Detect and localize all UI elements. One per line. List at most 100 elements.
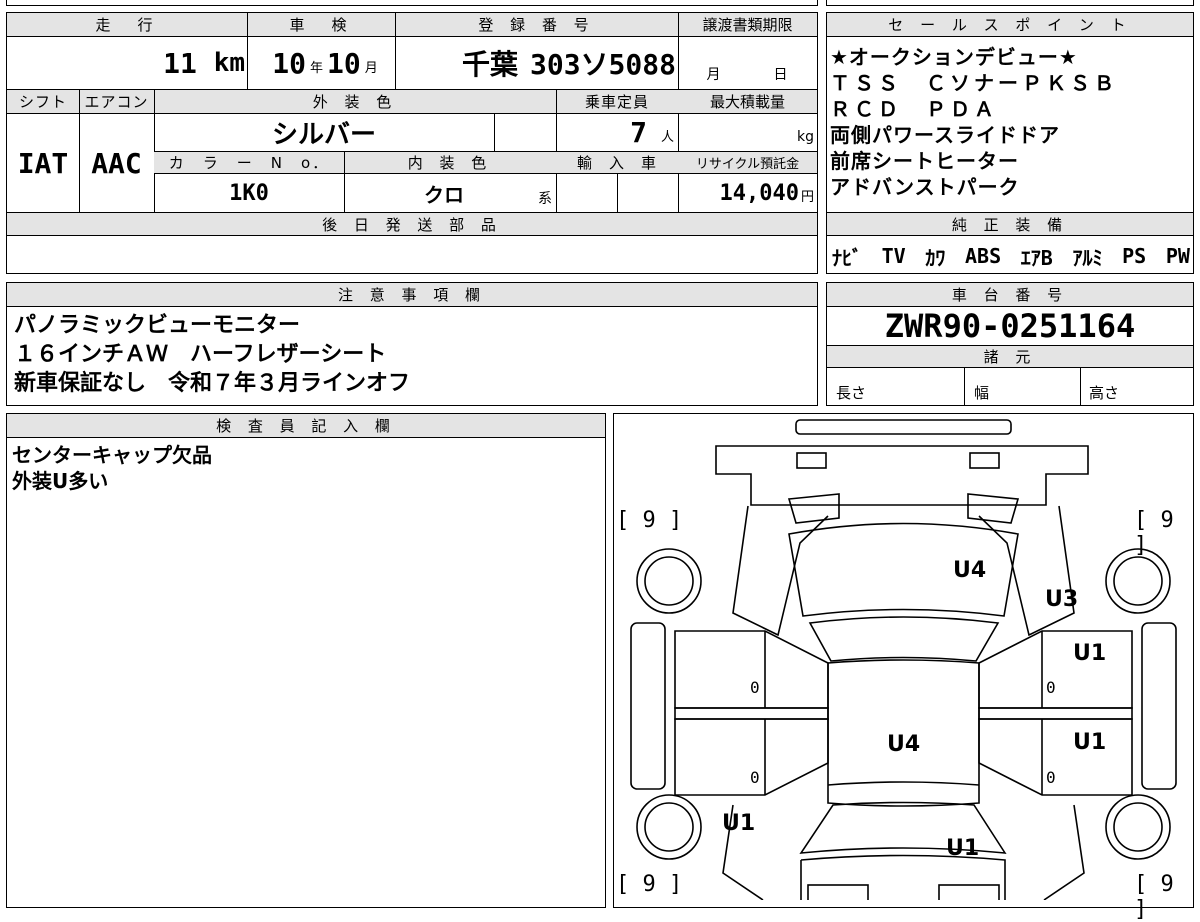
- bracket-bottom-left: [ 9 ]: [616, 872, 683, 897]
- capacity-value: 7: [630, 116, 647, 149]
- deadline-day-unit: 日: [773, 67, 788, 83]
- equipment-list: ﾅﾋﾞ TV ｶﾜ ABS ｴｱB ｱﾙﾐ PS PW: [832, 240, 1190, 272]
- mileage-value-cell: 11 km: [150, 38, 245, 88]
- tire-tread-front-right: 0: [1046, 678, 1056, 697]
- rear-right-wheel: [1105, 794, 1171, 860]
- sales-points-list: ★オークションデビュー★ ＴＳＳ ＣソナーＰＫＳＢ ＲＣＤ ＰＤＡ 両側パワース…: [830, 44, 1190, 200]
- damage-mark-rear-left: U1: [722, 811, 756, 836]
- front-right-fender: [978, 505, 1075, 637]
- aircon-header: エアコン: [79, 90, 154, 114]
- equipment-item: TV: [881, 244, 906, 268]
- inspection-header: 車 検: [247, 13, 395, 37]
- bracket-top-right: [ 9 ]: [1134, 508, 1174, 558]
- inspector-line: 外装U多い: [12, 469, 109, 493]
- equipment-item: PW: [1165, 244, 1190, 268]
- shift-value: IAT: [17, 146, 69, 180]
- note-line: 新車保証なし 令和７年３月ラインオフ: [14, 371, 411, 396]
- rear-bumper-tab: [938, 884, 1000, 900]
- equipment-item: ABS: [965, 244, 1002, 268]
- sales-point-line: 前席シートヒーター: [830, 149, 1019, 173]
- sales-point-line: ＲＣＤ ＰＤＡ: [830, 97, 998, 121]
- damage-mark-roof: U4: [887, 732, 921, 757]
- front-bumper-tab: [795, 419, 1012, 435]
- windshield: [808, 616, 1000, 662]
- inspection-year: 10: [272, 46, 306, 80]
- color-no-value: 1K0: [229, 180, 269, 206]
- registration-number: 303ソ5088: [529, 48, 676, 81]
- sales-point-line: ★オークションデビュー★: [830, 45, 1078, 69]
- chassis-value: ZWR90-0251164: [884, 307, 1136, 345]
- capacity-unit: 人: [660, 130, 674, 145]
- inspector-line: センターキャップ欠品: [12, 443, 212, 467]
- headlight: [787, 493, 840, 524]
- bracket-top-left: [ 9 ]: [616, 508, 683, 533]
- aircon-value: AAC: [91, 146, 142, 180]
- registration-region: 千葉: [461, 48, 518, 81]
- spec-header: 諸 元: [827, 346, 1193, 368]
- sales-point-line: ＴＳＳ ＣソナーＰＫＳＢ: [830, 71, 1118, 95]
- tire-tread-rear-right: 0: [1046, 768, 1056, 787]
- interior-color-header: 内 装 色: [344, 152, 556, 174]
- registration-header: 登 録 番 号: [395, 13, 678, 37]
- shift-header: シフト: [7, 90, 79, 114]
- recycle-unit: 円: [800, 189, 814, 205]
- rear-left-wheel: [636, 794, 702, 860]
- damage-mark-front-right: U3: [1045, 587, 1079, 612]
- interior-color-cell: クロ 系: [344, 174, 556, 212]
- interior-color-value: クロ: [424, 182, 464, 207]
- damage-mark-hood: U4: [953, 558, 987, 583]
- front-left-fender: [732, 505, 829, 637]
- roof-rear-glass: [827, 781, 980, 786]
- recycle-value: 14,040: [719, 180, 799, 206]
- deadline-value-cell: 月日: [680, 60, 814, 88]
- transfer-deadline-header: 譲渡書類期限: [678, 13, 817, 37]
- mileage-value: 11: [163, 46, 197, 80]
- exterior-color-header: 外 装 色: [154, 90, 556, 114]
- note-line: １６インチＡＷ ハーフレザーシート: [14, 342, 387, 367]
- recycle-value-cell: 14,040 円: [678, 174, 815, 212]
- color-no-header: カ ラ ー N o．: [154, 152, 344, 174]
- top-strip: [6, 0, 818, 6]
- recycle-header: リサイクル預託金: [678, 152, 817, 174]
- mileage-unit: km: [213, 48, 245, 78]
- spec-length-label: 長さ: [836, 384, 867, 402]
- mileage-header: 走 行: [7, 13, 247, 37]
- later-parts-value: [7, 236, 817, 272]
- damage-mark-right-rear-door: U1: [1073, 730, 1107, 755]
- rear-hatch: [800, 854, 1006, 900]
- equipment-item: ﾅﾋﾞ: [832, 245, 862, 270]
- registration-value-cell: 千葉 303ソ5088: [400, 38, 676, 88]
- front-grille: [796, 452, 827, 469]
- spec-height-label: 高さ: [1089, 384, 1120, 402]
- front-bumper: [715, 445, 1089, 506]
- max-load-unit: kg: [797, 128, 814, 145]
- left-side-sill: [630, 622, 666, 790]
- front-right-wheel: [1105, 548, 1171, 614]
- right-side-sill: [1141, 622, 1177, 790]
- max-load-header: 最大積載量: [678, 90, 817, 114]
- inspector-list: センターキャップ欠品 外装U多い: [12, 442, 212, 494]
- tire-tread-rear-left: 0: [750, 768, 760, 787]
- front-grille: [969, 452, 1000, 469]
- rear-right-fender: [1043, 804, 1085, 900]
- tire-tread-front-left: 0: [750, 678, 760, 697]
- equipment-item: ｶﾜ: [925, 245, 946, 270]
- equipment-item: ｴｱB: [1020, 245, 1053, 270]
- deadline-month-unit: 月: [706, 67, 721, 83]
- spec-width-label: 幅: [974, 384, 990, 402]
- chassis-header: 車 台 番 号: [827, 283, 1193, 307]
- front-left-wheel: [636, 548, 702, 614]
- equipment-item: ｱﾙﾐ: [1072, 245, 1103, 270]
- sales-points-header: セ ー ル ス ポ イ ン ト: [827, 13, 1193, 37]
- later-parts-header: 後 日 発 送 部 品: [7, 213, 817, 236]
- inspection-value-cell: 10 年 10 月: [255, 38, 395, 88]
- capacity-header: 乗車定員: [556, 90, 678, 114]
- equipment-header: 純 正 装 備: [827, 213, 1193, 236]
- damage-mark-rear: U1: [946, 836, 980, 861]
- equipment-item: PS: [1122, 244, 1147, 268]
- notes-list: パノラミックビューモニター １６インチＡＷ ハーフレザーシート 新車保証なし 令…: [14, 311, 814, 398]
- bracket-bottom-right: [ 9 ]: [1134, 872, 1174, 922]
- exterior-color-value: シルバー: [271, 120, 376, 150]
- damage-mark-right-front-door: U1: [1073, 641, 1107, 666]
- left-mirror-strip: [674, 707, 829, 720]
